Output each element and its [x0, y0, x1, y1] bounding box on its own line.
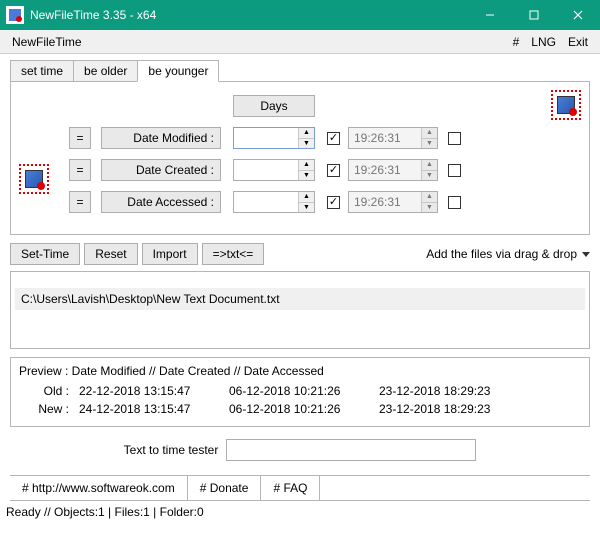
tab-be-older[interactable]: be older [73, 60, 138, 82]
row-modified: = Date Modified : ▲▼ 19:26:31 ▲▼ [21, 124, 579, 152]
spin-up-icon[interactable]: ▲ [422, 192, 437, 203]
tab-panel: Days = Date Modified : ▲▼ 19:26:31 ▲▼ = … [10, 81, 590, 235]
preview-new-accessed: 23-12-2018 18:29:23 [379, 402, 529, 416]
spin-down-icon[interactable]: ▼ [299, 203, 314, 213]
spin-up-icon[interactable]: ▲ [299, 192, 314, 203]
bottom-left-tool-icon[interactable] [19, 164, 49, 194]
tester-label: Text to time tester [124, 443, 219, 457]
action-bar: Set-Time Reset Import =>txt<= Add the fi… [10, 243, 590, 265]
spin-down-icon[interactable]: ▼ [422, 203, 437, 213]
spin-up-icon[interactable]: ▲ [299, 160, 314, 171]
spin-up-icon[interactable]: ▲ [422, 128, 437, 139]
preview-panel: Preview : Date Modified // Date Created … [10, 357, 590, 427]
bottom-bar: # http://www.softwareok.com # Donate # F… [10, 475, 590, 501]
tab-strip: set time be older be younger [10, 60, 590, 82]
import-button[interactable]: Import [142, 243, 198, 265]
titlebar: NewFileTime 3.35 - x64 [0, 0, 600, 30]
menu-lng[interactable]: LNG [525, 33, 562, 51]
preview-new-created: 06-12-2018 10:21:26 [229, 402, 379, 416]
menu-hash[interactable]: # [507, 33, 526, 51]
close-button[interactable] [556, 0, 600, 30]
eq-button-accessed[interactable]: = [69, 191, 91, 213]
days-header: Days [233, 95, 315, 117]
menubar: NewFileTime # LNG Exit [0, 30, 600, 54]
time-input-modified[interactable]: 19:26:31 ▲▼ [348, 127, 438, 149]
preview-old-created: 06-12-2018 10:21:26 [229, 384, 379, 398]
menu-exit[interactable]: Exit [562, 33, 594, 51]
time-input-created[interactable]: 19:26:31 ▲▼ [348, 159, 438, 181]
checkbox-created[interactable] [327, 164, 340, 177]
checkbox2-created[interactable] [448, 164, 461, 177]
time-tester: Text to time tester [10, 439, 590, 461]
preview-old-accessed: 23-12-2018 18:29:23 [379, 384, 529, 398]
preview-old-label: Old : [19, 384, 79, 398]
tester-input[interactable] [226, 439, 476, 461]
set-time-button[interactable]: Set-Time [10, 243, 80, 265]
row-accessed: = Date Accessed : ▲▼ 19:26:31 ▲▼ [21, 188, 579, 216]
label-accessed: Date Accessed : [101, 191, 221, 213]
days-input-modified[interactable]: ▲▼ [233, 127, 315, 149]
spin-down-icon[interactable]: ▼ [299, 171, 314, 181]
app-icon [6, 6, 24, 24]
menu-app[interactable]: NewFileTime [6, 33, 88, 51]
tab-set-time[interactable]: set time [10, 60, 74, 82]
txt-button[interactable]: =>txt<= [202, 243, 265, 265]
status-bar: Ready // Objects:1 | Files:1 | Folder:0 [0, 501, 600, 523]
preview-header: Preview : Date Modified // Date Created … [19, 364, 581, 378]
label-modified: Date Modified : [101, 127, 221, 149]
checkbox-accessed[interactable] [327, 196, 340, 209]
tab-be-younger[interactable]: be younger [137, 60, 219, 82]
eq-button-created[interactable]: = [69, 159, 91, 181]
link-site[interactable]: # http://www.softwareok.com [10, 476, 188, 500]
reset-button[interactable]: Reset [84, 243, 137, 265]
label-created: Date Created : [101, 159, 221, 181]
spin-up-icon[interactable]: ▲ [299, 128, 314, 139]
list-item[interactable]: C:\Users\Lavish\Desktop\New Text Documen… [15, 288, 585, 310]
minimize-button[interactable] [468, 0, 512, 30]
checkbox2-accessed[interactable] [448, 196, 461, 209]
eq-button-modified[interactable]: = [69, 127, 91, 149]
maximize-button[interactable] [512, 0, 556, 30]
spin-up-icon[interactable]: ▲ [422, 160, 437, 171]
preview-new-modified: 24-12-2018 13:15:47 [79, 402, 229, 416]
spin-down-icon[interactable]: ▼ [422, 171, 437, 181]
days-header-row: Days [21, 92, 579, 120]
drag-drop-menu[interactable]: Add the files via drag & drop [426, 247, 590, 261]
link-donate[interactable]: # Donate [188, 476, 262, 500]
spin-down-icon[interactable]: ▼ [299, 139, 314, 149]
days-input-accessed[interactable]: ▲▼ [233, 191, 315, 213]
spin-down-icon[interactable]: ▼ [422, 139, 437, 149]
row-created: = Date Created : ▲▼ 19:26:31 ▲▼ [21, 156, 579, 184]
checkbox-modified[interactable] [327, 132, 340, 145]
days-input-created[interactable]: ▲▼ [233, 159, 315, 181]
link-faq[interactable]: # FAQ [261, 476, 320, 500]
preview-new-label: New : [19, 402, 79, 416]
window-title: NewFileTime 3.35 - x64 [30, 8, 468, 22]
top-right-tool-icon[interactable] [551, 90, 581, 120]
checkbox2-modified[interactable] [448, 132, 461, 145]
preview-old-modified: 22-12-2018 13:15:47 [79, 384, 229, 398]
file-list[interactable]: C:\Users\Lavish\Desktop\New Text Documen… [10, 271, 590, 349]
time-input-accessed[interactable]: 19:26:31 ▲▼ [348, 191, 438, 213]
